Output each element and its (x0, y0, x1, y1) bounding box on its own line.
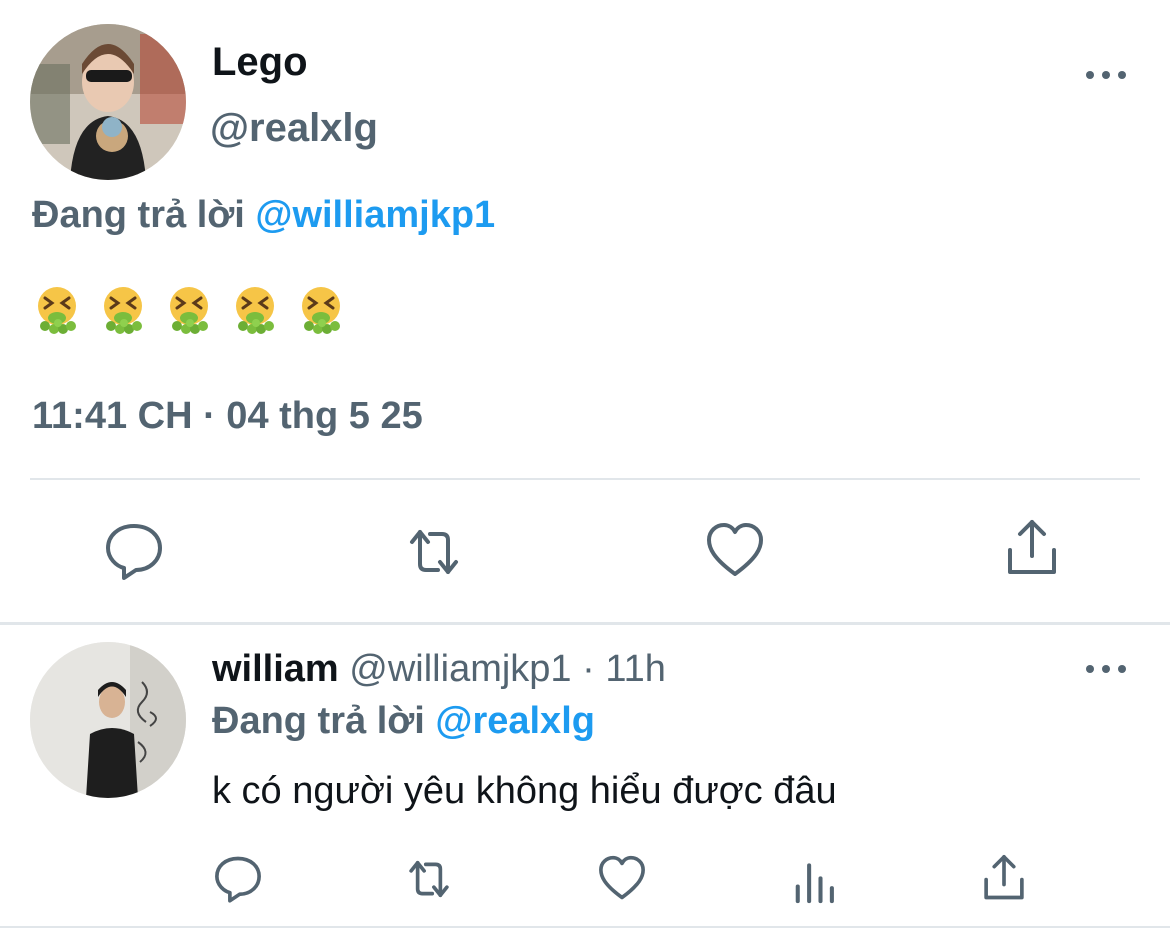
replying-to-label: Đang trả lời (212, 700, 425, 742)
more-horizontal-icon[interactable] (1086, 68, 1126, 82)
replying-to-mention[interactable]: @realxlg (435, 700, 595, 742)
retweet-icon[interactable] (403, 853, 455, 905)
reply-header: william @williamjkp1 · 11h (212, 648, 666, 691)
replying-to-line: Đang trả lời @williamjkp1 (32, 194, 495, 237)
divider (0, 926, 1170, 928)
divider (0, 622, 1170, 625)
analytics-icon[interactable] (788, 854, 840, 906)
reply-age[interactable]: 11h (605, 648, 666, 690)
separator-dot: · (582, 648, 595, 690)
reply-author-avatar[interactable] (30, 642, 186, 798)
reply-author-handle[interactable]: @williamjkp1 (349, 648, 571, 690)
share-icon[interactable] (978, 852, 1030, 904)
author-avatar[interactable] (30, 24, 186, 180)
replying-to-line: Đang trả lời @realxlg (212, 700, 595, 743)
divider (30, 478, 1140, 480)
more-horizontal-icon[interactable] (1086, 662, 1126, 676)
tweet-timestamp[interactable]: 11:41 CH · 04 thg 5 25 (32, 395, 423, 438)
vomiting-face-icon (296, 285, 346, 335)
author-name[interactable]: Lego (212, 40, 308, 85)
reply-author-name[interactable]: william (212, 648, 339, 690)
avatar-photo (30, 642, 186, 798)
retweet-icon[interactable] (402, 520, 466, 584)
comment-icon[interactable] (212, 852, 264, 904)
avatar-photo (30, 24, 186, 180)
replying-to-label: Đang trả lời (32, 194, 245, 236)
heart-icon[interactable] (703, 518, 767, 582)
replying-to-mention[interactable]: @williamjkp1 (255, 194, 495, 236)
heart-icon[interactable] (596, 852, 648, 904)
vomiting-face-icon (164, 285, 214, 335)
reply-text: k có người yêu không hiểu được đâu (212, 770, 837, 812)
share-icon[interactable] (1000, 516, 1064, 580)
tweet-content-emojis (32, 285, 346, 335)
vomiting-face-icon (230, 285, 280, 335)
vomiting-face-icon (98, 285, 148, 335)
comment-icon[interactable] (102, 518, 166, 582)
vomiting-face-icon (32, 285, 82, 335)
author-handle[interactable]: @realxlg (210, 106, 378, 151)
